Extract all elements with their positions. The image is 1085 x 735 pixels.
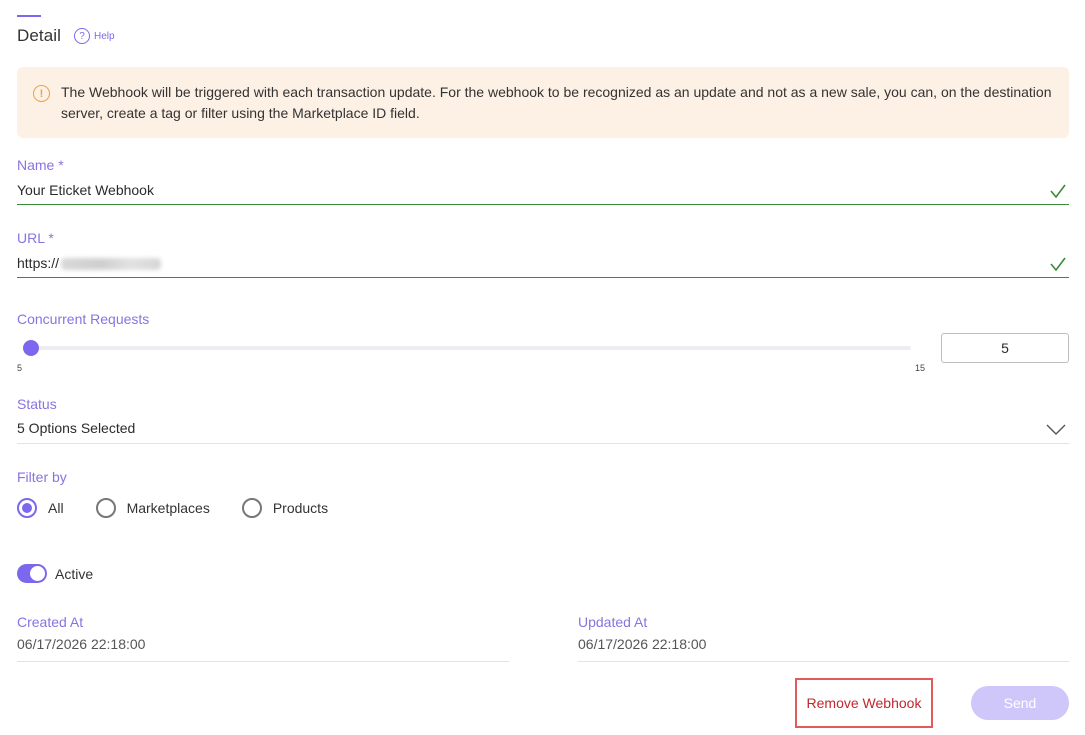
check-icon [1050,184,1066,199]
remove-webhook-button[interactable]: Remove Webhook [795,678,933,728]
updated-at-value: 06/17/2026 22:18:00 [578,636,707,652]
active-toggle[interactable] [17,564,47,583]
slider-max-label: 15 [915,363,926,373]
remove-webhook-label: Remove Webhook [806,695,922,711]
tab-indicator [17,15,41,17]
toggle-knob [30,566,45,581]
warning-circle-icon: ! [33,85,50,102]
concurrent-label: Concurrent Requests [17,311,150,327]
radio-button[interactable] [95,498,116,518]
concurrent-slider-track[interactable] [31,346,911,350]
filter-by-label: Filter by [17,469,67,485]
help-label: Help [94,30,115,42]
active-label: Active [55,566,94,582]
radio-all[interactable]: All [17,498,64,518]
updated-at-underline [578,661,1069,662]
created-at-underline [17,661,509,662]
check-icon [1050,257,1066,272]
url-label: URL * [17,230,54,246]
concurrent-number-input[interactable]: 5 [941,333,1069,363]
radio-products-label: Products [272,500,329,516]
blurred-url-text [61,258,162,271]
name-underline [17,204,1069,205]
page-title: Detail [17,26,62,45]
radio-button[interactable] [241,498,262,518]
send-button[interactable]: Send [971,686,1069,720]
created-at-value: 06/17/2026 22:18:00 [17,636,146,652]
concurrent-slider-thumb[interactable] [23,340,39,356]
radio-marketplaces[interactable]: Marketplaces [95,498,210,518]
radio-all-label: All [48,500,64,516]
status-select[interactable]: 5 Options Selected [17,420,135,436]
help-link[interactable]: ? Help [74,28,115,44]
alert-text: The Webhook will be triggered with each … [61,84,1052,121]
status-underline [17,443,1069,444]
radio-marketplaces-label: Marketplaces [126,500,210,516]
status-label: Status [17,396,57,412]
chevron-down-icon[interactable] [1046,424,1066,436]
name-label: Name * [17,157,64,173]
filter-by-radio-group: All Marketplaces Products [17,498,360,518]
name-field[interactable]: Your Eticket Webhook [17,182,154,198]
info-alert: ! The Webhook will be triggered with eac… [17,67,1069,138]
question-circle-icon: ? [74,28,90,44]
url-value: https:// [17,255,60,271]
updated-at-label: Updated At [578,614,648,630]
radio-products[interactable]: Products [241,498,329,518]
created-at-label: Created At [17,614,84,630]
url-underline [17,277,1069,278]
url-field[interactable]: https:// [17,255,162,271]
slider-min-label: 5 [17,363,23,373]
radio-button-checked[interactable] [17,498,37,518]
